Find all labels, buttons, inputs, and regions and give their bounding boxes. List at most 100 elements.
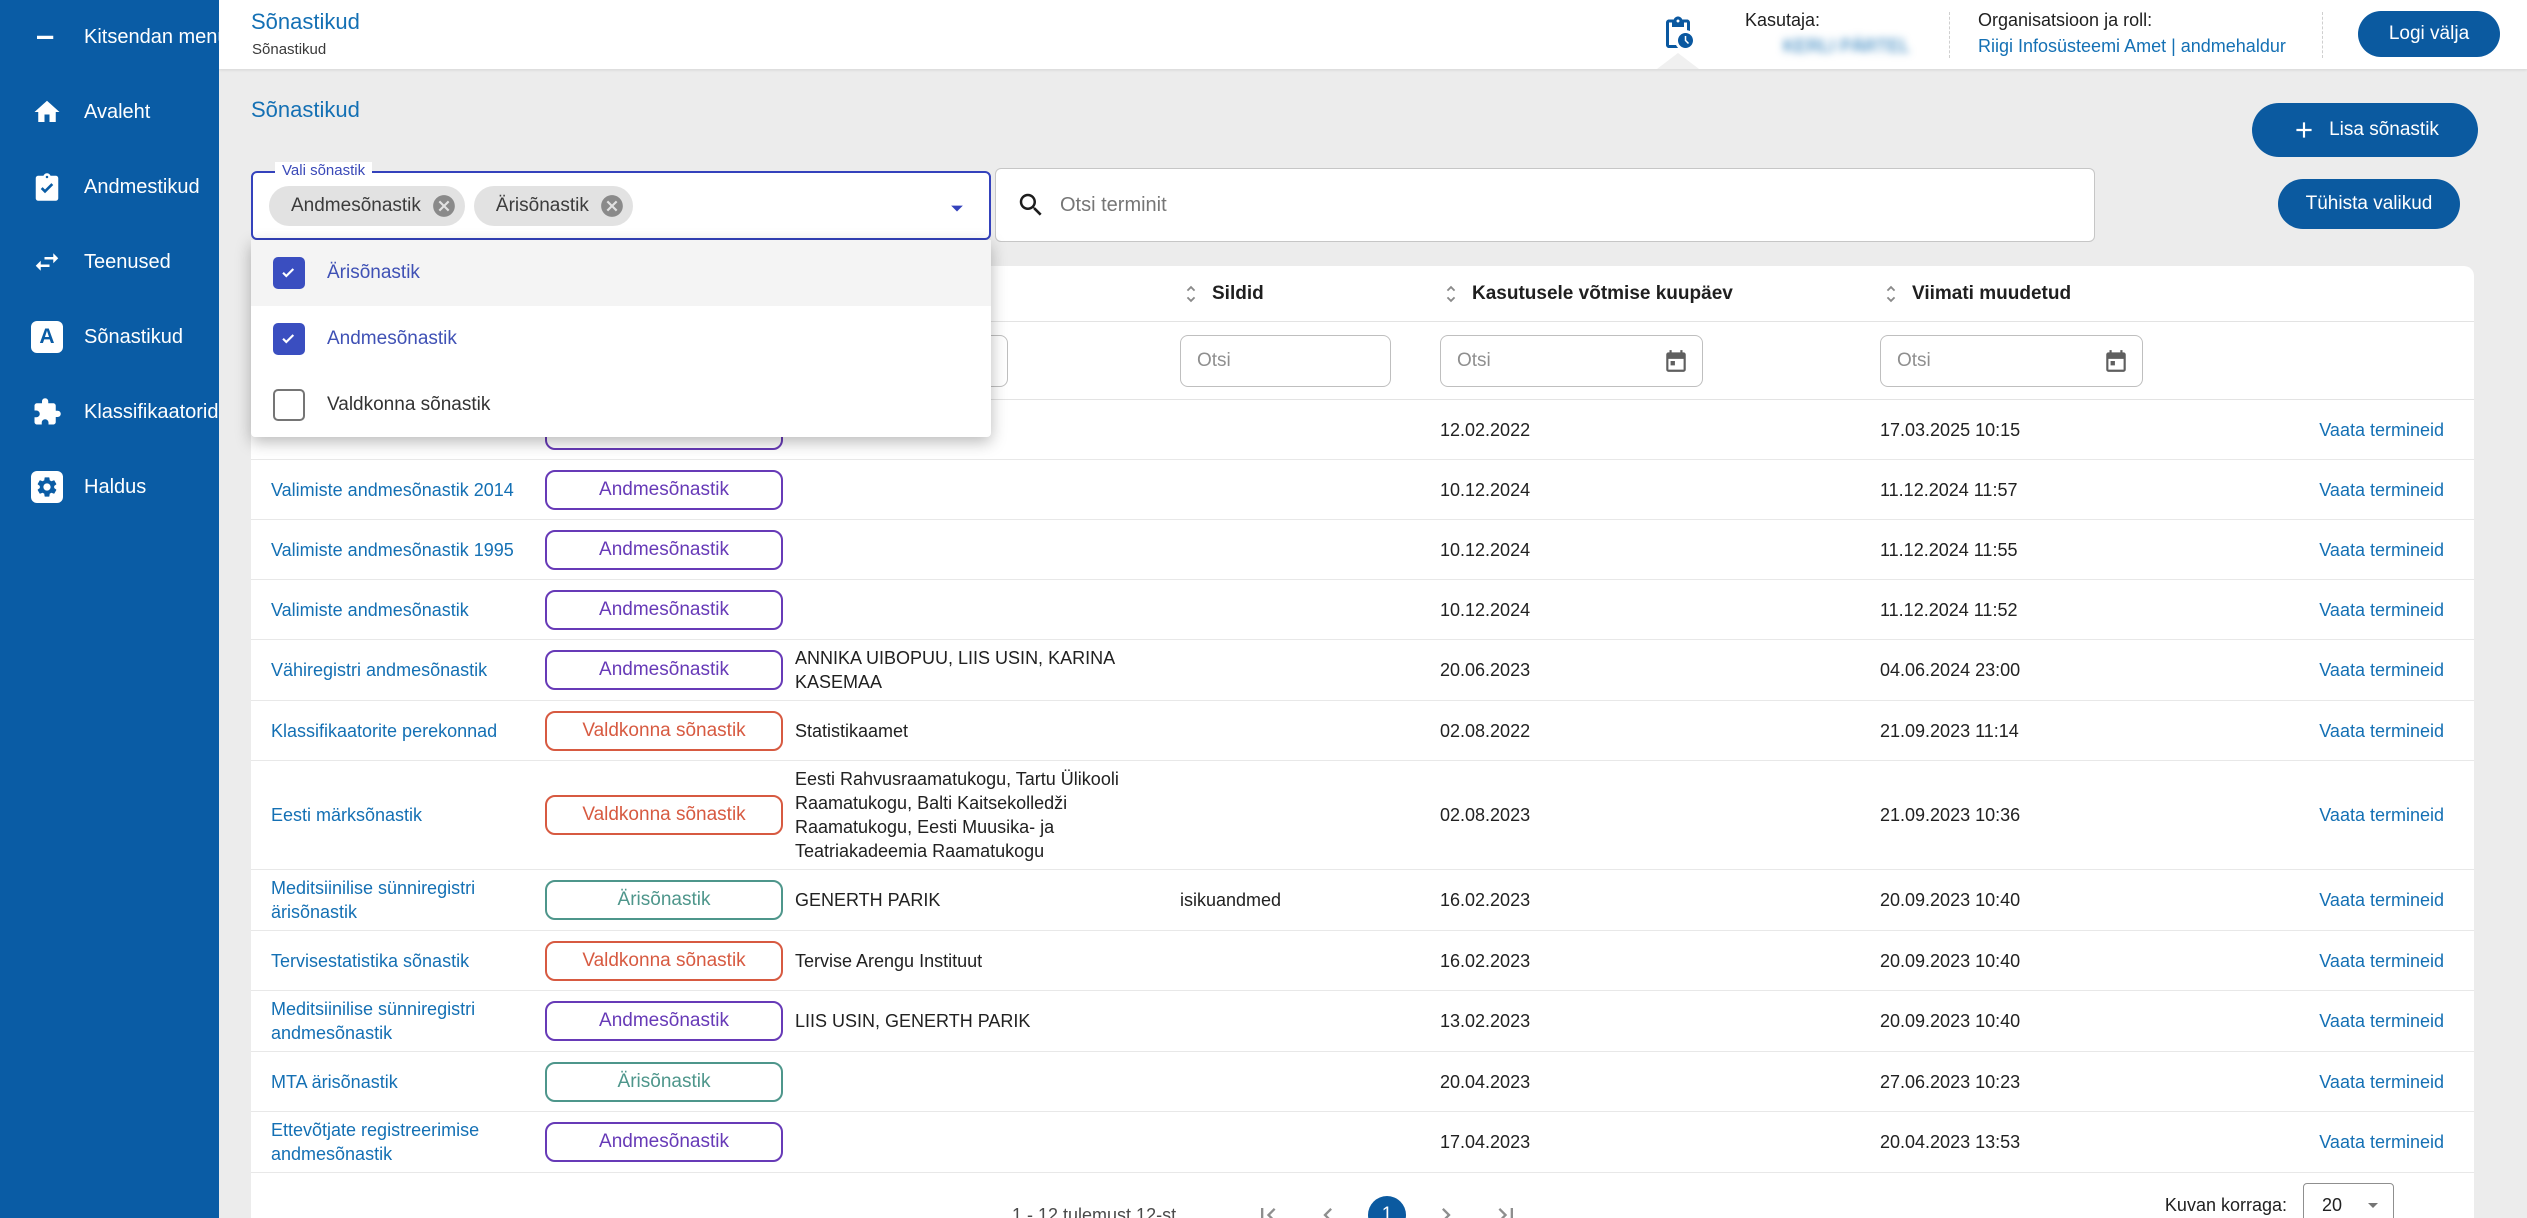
view-terms-link[interactable]: Vaata termineid (2319, 1011, 2444, 1031)
dictionary-name-link[interactable]: Tervisestatistika sõnastik (271, 951, 469, 971)
cell-name: Valimiste andmesõnastik 1995 (271, 538, 543, 562)
cell-modified-date: 20.04.2023 13:53 (1880, 1130, 2164, 1154)
cell-action: Vaata termineid (2164, 1009, 2474, 1033)
selected-chip[interactable]: Andmesõnastik (269, 186, 465, 226)
column-header-kasutusele[interactable]: Kasutusele võtmise kuupäev (1440, 283, 1880, 305)
cell-adopted-date: 10.12.2024 (1440, 598, 1880, 622)
calendar-icon[interactable] (2103, 348, 2129, 374)
view-terms-link[interactable]: Vaata termineid (2319, 721, 2444, 741)
dictionary-name-link[interactable]: Valimiste andmesõnastik 1995 (271, 540, 514, 560)
dropdown-caret-icon[interactable] (943, 194, 971, 222)
sort-icon (1880, 283, 1902, 305)
cell-modified-date: 17.03.2025 10:15 (1880, 418, 2164, 442)
last-page-icon[interactable] (1492, 1201, 1520, 1218)
dictionary-name-link[interactable]: Klassifikaatorite perekonnad (271, 721, 497, 741)
dictionary-name-link[interactable]: Meditsiinilise sünniregistri ärisõnastik (271, 878, 475, 922)
cell-action: Vaata termineid (2164, 418, 2474, 442)
sidebar-item-label: Sõnastikud (84, 326, 183, 349)
column-header-viimati[interactable]: Viimati muudetud (1880, 283, 2164, 305)
cell-owner: Tervise Arengu Instituut (795, 949, 1180, 973)
view-terms-link[interactable]: Vaata termineid (2319, 540, 2444, 560)
column-header-label: Kasutusele võtmise kuupäev (1472, 283, 1733, 305)
type-badge: Andmesõnastik (545, 590, 783, 630)
dictionary-name-link[interactable]: Valimiste andmesõnastik 2014 (271, 480, 514, 500)
previous-page-icon[interactable] (1314, 1201, 1342, 1218)
dictionary-multiselect[interactable]: Vali sõnastik AndmesõnastikÄrisõnastik (251, 171, 991, 240)
cell-action: Vaata termineid (2164, 658, 2474, 682)
view-terms-link[interactable]: Vaata termineid (2319, 480, 2444, 500)
view-terms-link[interactable]: Vaata termineid (2319, 951, 2444, 971)
cell-adopted-date: 20.04.2023 (1440, 1070, 1880, 1094)
table-row: Valimiste andmesõnastik Andmesõnastik 10.1… (251, 580, 2474, 640)
cell-action: Vaata termineid (2164, 1130, 2474, 1154)
dictionary-name-link[interactable]: Meditsiinilise sünniregistri andmesõnast… (271, 999, 475, 1043)
services-icon (32, 247, 62, 277)
add-dictionary-label: Lisa sõnastik (2329, 119, 2439, 141)
selected-chip[interactable]: Ärisõnastik (474, 186, 633, 226)
per-page-select[interactable]: 20 (2303, 1183, 2394, 1218)
cell-name: Valimiste andmesõnastik (271, 598, 543, 622)
cell-modified-date: 27.06.2023 10:23 (1880, 1070, 2164, 1094)
cell-adopted-date: 20.06.2023 (1440, 658, 1880, 682)
cell-action: Vaata termineid (2164, 888, 2474, 912)
cell-name: Meditsiinilise sünniregistri andmesõnast… (271, 997, 543, 1045)
view-terms-link[interactable]: Vaata termineid (2319, 1072, 2444, 1092)
dropdown-option-valdkonna-s-nastik[interactable]: Valdkonna sõnastik (251, 372, 991, 438)
term-search (995, 168, 2095, 242)
view-terms-link[interactable]: Vaata termineid (2319, 805, 2444, 825)
chip-remove-icon[interactable] (431, 193, 457, 219)
sidebar-item-andmestikud[interactable]: Andmestikud (0, 161, 219, 213)
current-page-button[interactable]: 1 (1368, 1196, 1406, 1218)
cell-action: Vaata termineid (2164, 598, 2474, 622)
dictionary-name-link[interactable]: Ettevõtjate registreerimise andmesõnasti… (271, 1120, 479, 1164)
chip-label: Ärisõnastik (496, 195, 589, 217)
type-badge: Andmesõnastik (545, 1001, 783, 1041)
dictionary-name-link[interactable]: MTA ärisõnastik (271, 1072, 398, 1092)
calendar-icon[interactable] (1663, 348, 1689, 374)
view-terms-link[interactable]: Vaata termineid (2319, 420, 2444, 440)
search-input[interactable] (1060, 194, 2040, 217)
first-page-icon[interactable] (1254, 1201, 1282, 1218)
checkbox-checked-icon[interactable] (273, 257, 305, 289)
logout-button[interactable]: Logi välja (2358, 11, 2500, 57)
cell-name: Vähiregistri andmesõnastik (271, 658, 543, 682)
sidebar-item-klassifikaatorid[interactable]: Klassifikaatorid (0, 386, 219, 438)
dictionary-name-link[interactable]: Vähiregistri andmesõnastik (271, 660, 487, 680)
cell-adopted-date: 02.08.2023 (1440, 803, 1880, 827)
column-header-sildid[interactable]: Sildid (1180, 283, 1440, 305)
view-terms-link[interactable]: Vaata termineid (2319, 1132, 2444, 1152)
table-row: Klassifikaatorite perekonnadValdkonna sõ… (251, 701, 2474, 761)
next-page-icon[interactable] (1432, 1201, 1460, 1218)
org-info: Organisatsioon ja roll: Riigi Infosüstee… (1978, 10, 2286, 57)
cell-action: Vaata termineid (2164, 719, 2474, 743)
sidebar-item-teenused[interactable]: Teenused (0, 236, 219, 288)
view-terms-link[interactable]: Vaata termineid (2319, 600, 2444, 620)
clear-selection-button[interactable]: Tühista valikud (2278, 179, 2460, 229)
cell-modified-date: 20.09.2023 10:40 (1880, 1009, 2164, 1033)
dictionary-name-link[interactable]: Eesti märksõnastik (271, 805, 422, 825)
dropdown-option-andmes-nastik[interactable]: Andmesõnastik (251, 306, 991, 372)
checkbox-checked-icon[interactable] (273, 323, 305, 355)
column-header-label: Sildid (1212, 283, 1264, 305)
pending-actions-icon[interactable] (1660, 15, 1696, 51)
chip-remove-icon[interactable] (599, 193, 625, 219)
table-row: Valimiste andmesõnastik 2014Andmesõnasti… (251, 460, 2474, 520)
dictionary-name-link[interactable]: Valimiste andmesõnastik (271, 600, 469, 620)
sidebar-item-avaleht[interactable]: Avaleht (0, 86, 219, 138)
selected-chips: Andmesõnastik Ärisõnastik (269, 186, 633, 226)
cell-type: Ärisõnastik (543, 880, 795, 920)
type-badge: Ärisõnastik (545, 1062, 783, 1102)
sidebar-item-kitsendan-men-[interactable]: Kitsendan menüü (0, 11, 219, 63)
checkbox-unchecked-icon[interactable] (273, 389, 305, 421)
home-icon (32, 97, 62, 127)
filter-input-tags[interactable] (1180, 335, 1391, 387)
sidebar-item-s-nastikud[interactable]: ASõnastikud (0, 311, 219, 363)
add-dictionary-button[interactable]: Lisa sõnastik (2252, 103, 2478, 157)
cell-name: Meditsiinilise sünniregistri ärisõnastik (271, 876, 543, 924)
cell-modified-date: 20.09.2023 10:40 (1880, 949, 2164, 973)
table-row: MTA ärisõnastik Ärisõnastik 20.04.202327.0… (251, 1052, 2474, 1112)
sidebar-item-haldus[interactable]: Haldus (0, 461, 219, 513)
view-terms-link[interactable]: Vaata termineid (2319, 890, 2444, 910)
view-terms-link[interactable]: Vaata termineid (2319, 660, 2444, 680)
dropdown-option--ris-nastik[interactable]: Ärisõnastik (251, 240, 991, 306)
